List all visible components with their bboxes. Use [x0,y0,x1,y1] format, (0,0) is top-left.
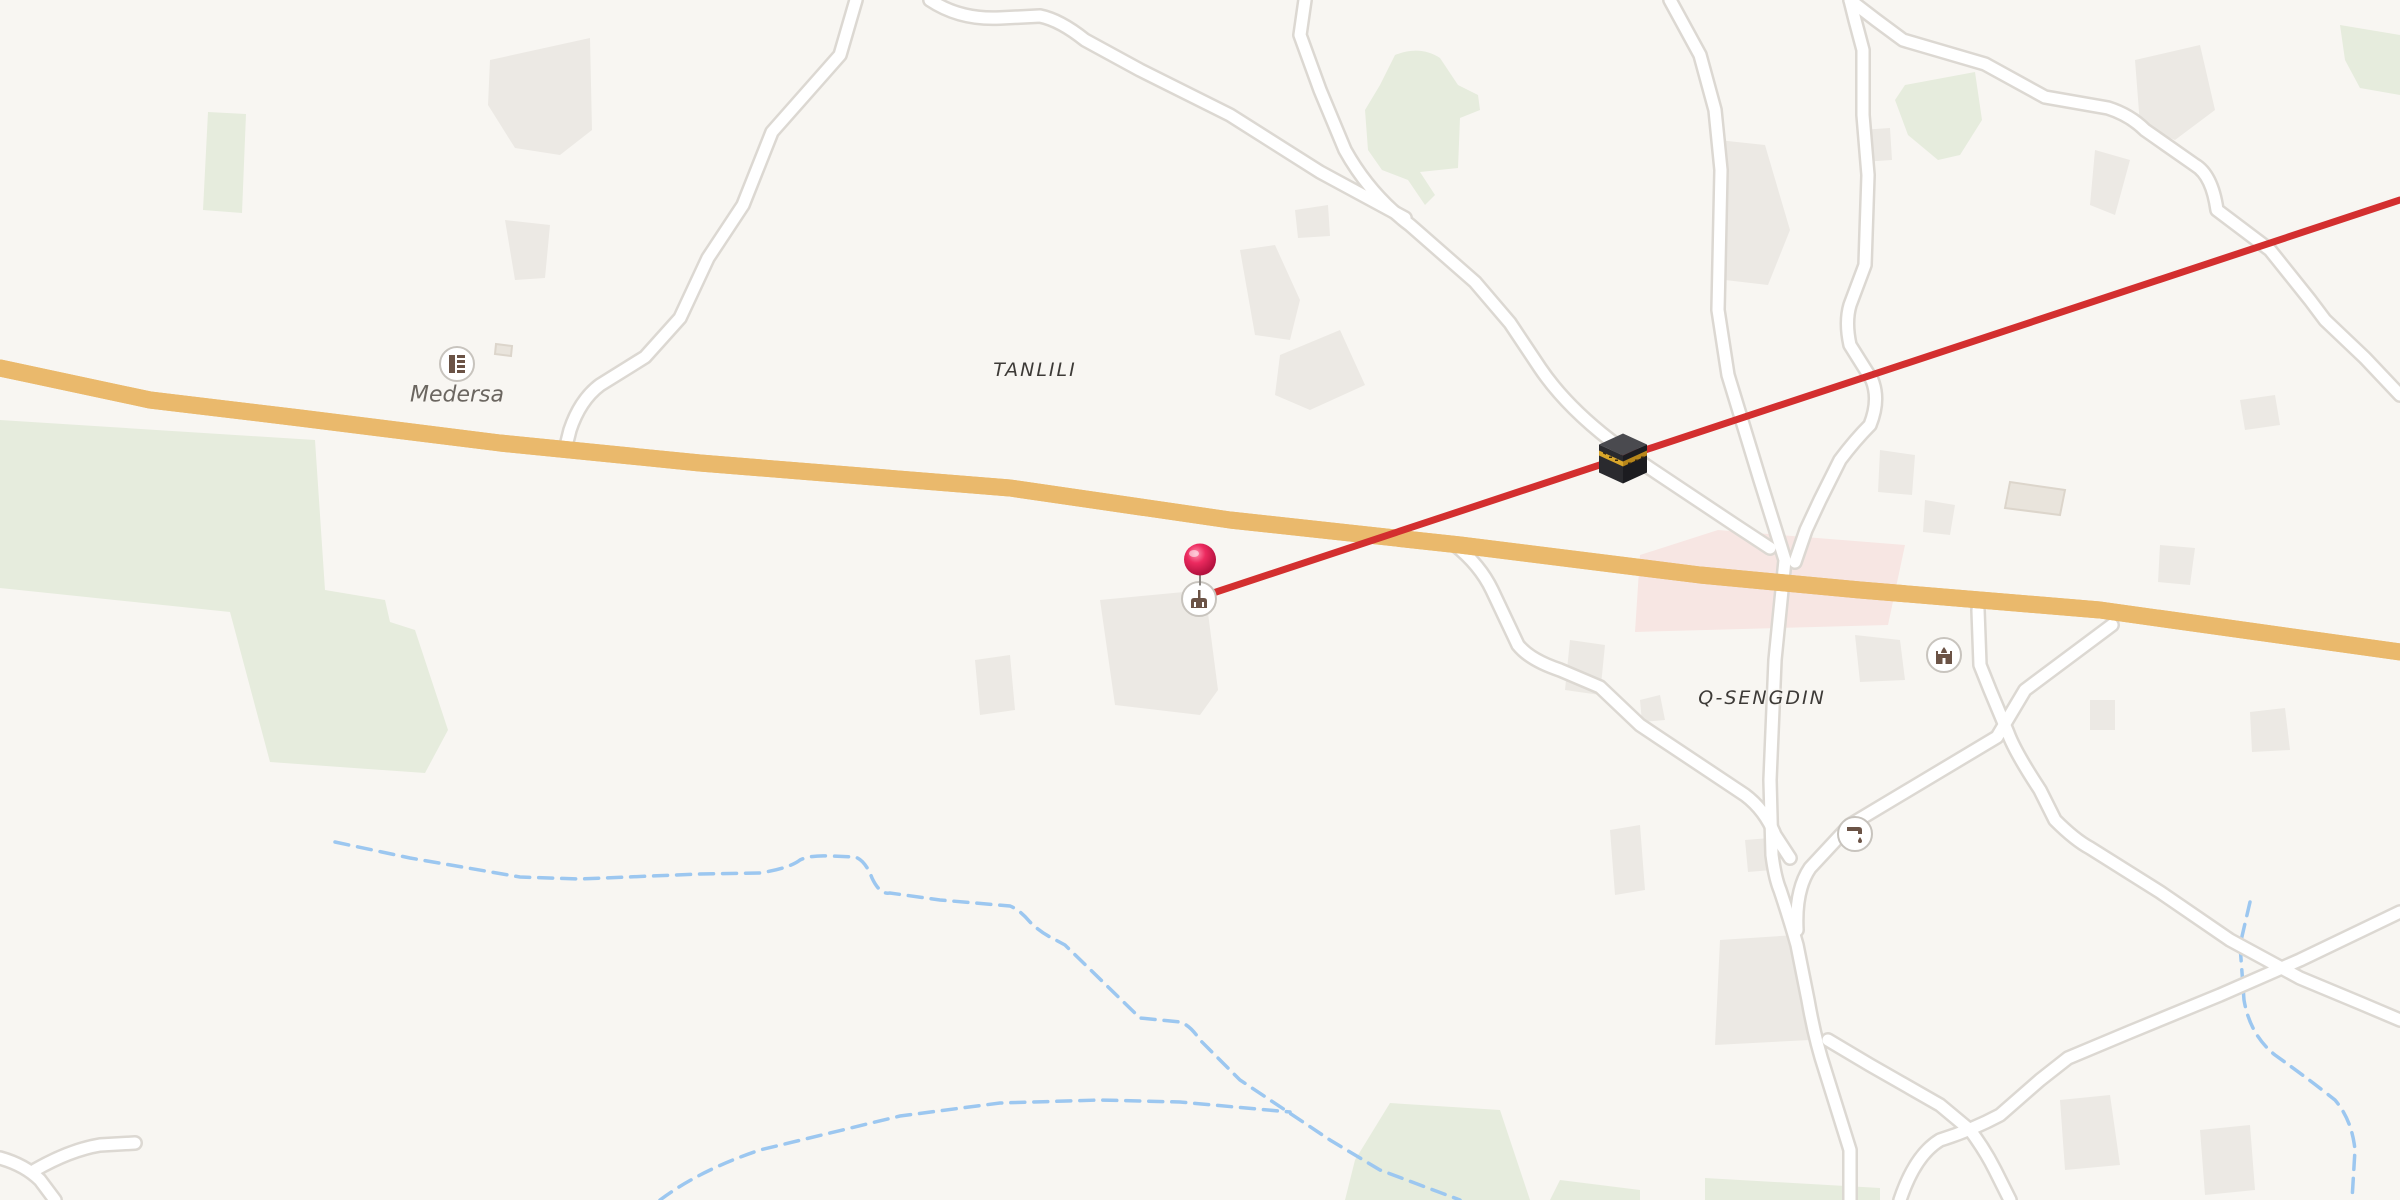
mosque-icon [1936,647,1952,664]
kaaba-icon [1599,433,1647,484]
building-small [493,342,514,358]
place-label-tanlili: TANLILI [993,359,1077,381]
poi-label-medersa: Medersa [409,382,505,408]
building-outlined [2003,480,2067,517]
map-canvas[interactable]: TANLILI Q-SENGDIN Medersa [0,0,2400,1200]
streams [333,840,2357,1200]
place-label-q-sengdin: Q-SENGDIN [1698,687,1826,709]
poi-water-tap[interactable] [1837,816,1873,852]
water-tap-icon [1847,827,1862,843]
poi-medersa[interactable] [439,346,475,382]
school-icon [449,355,465,373]
red-pin-icon [1184,543,1216,586]
kaaba-marker[interactable] [1595,430,1651,491]
selected-pin[interactable] [1180,543,1220,592]
poi-mosque-east[interactable] [1926,637,1962,673]
